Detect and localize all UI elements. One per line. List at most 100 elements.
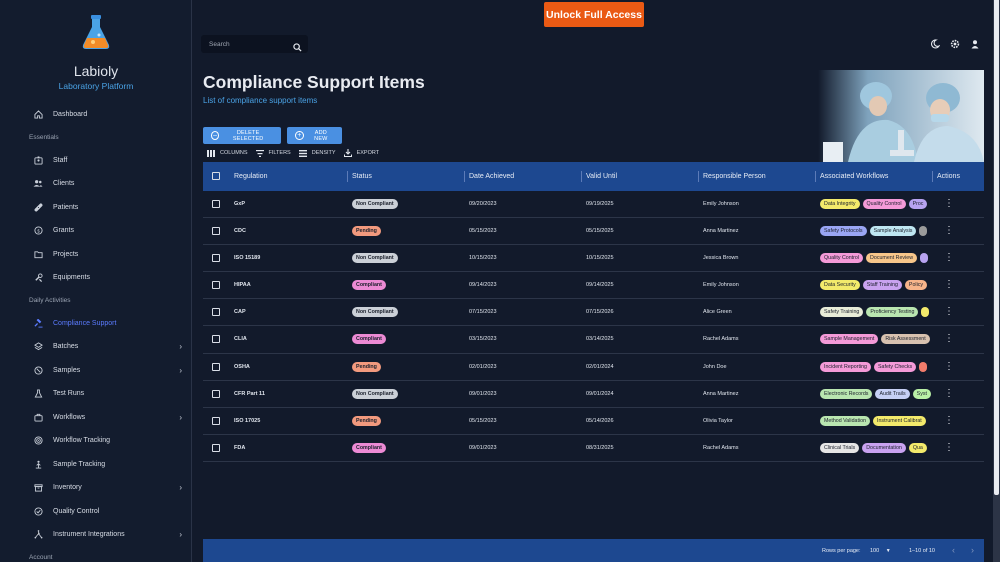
row-checkbox[interactable] bbox=[212, 254, 220, 263]
row-checkbox[interactable] bbox=[212, 362, 220, 371]
more-actions-icon[interactable]: ⋮ bbox=[944, 307, 954, 317]
sidebar-item-dashboard[interactable]: Dashboard bbox=[0, 103, 191, 127]
header-valid-until[interactable]: Valid Until bbox=[586, 173, 617, 180]
search-input[interactable] bbox=[209, 40, 289, 48]
sidebar-item-label: Workflow Tracking bbox=[53, 437, 111, 445]
header-regulation[interactable]: Regulation bbox=[234, 173, 267, 180]
row-checkbox[interactable] bbox=[212, 308, 220, 317]
row-checkbox[interactable] bbox=[212, 443, 220, 452]
sidebar-item-clients[interactable]: Clients bbox=[0, 172, 191, 196]
sidebar-item-samples[interactable]: Samples › bbox=[0, 359, 191, 383]
columns-label: COLUMNS bbox=[220, 150, 248, 156]
date-achieved-cell: 09/01/2023 bbox=[469, 444, 497, 451]
column-separator[interactable] bbox=[581, 171, 582, 182]
table-row[interactable]: HIPAA Compliant 09/14/2023 09/14/2025 Emily … bbox=[203, 272, 984, 300]
header-associated-workflows[interactable]: Associated Workflows bbox=[820, 173, 888, 180]
row-checkbox[interactable] bbox=[212, 389, 220, 398]
select-all-checkbox[interactable] bbox=[212, 172, 220, 180]
table-row[interactable]: ISO 15189 Non Compliant 10/15/2023 10/15/20… bbox=[203, 245, 984, 273]
associated-workflows-cell: Quality Control Document Review bbox=[820, 253, 934, 264]
more-actions-icon[interactable]: ⋮ bbox=[944, 388, 954, 399]
row-checkbox[interactable] bbox=[212, 281, 220, 290]
associated-workflows-cell: Clinical Trials Documentation Qua bbox=[820, 442, 934, 453]
table-row[interactable]: CLIA Compliant 03/15/2023 03/14/2025 Rachel … bbox=[203, 326, 984, 354]
add-new-button[interactable]: + ADD NEW bbox=[287, 127, 342, 144]
sidebar-item-projects[interactable]: Projects bbox=[0, 243, 191, 267]
sidebar-item-grants[interactable]: $ Grants bbox=[0, 219, 191, 243]
more-actions-icon[interactable]: ⋮ bbox=[944, 280, 954, 290]
workflow-tag: Audit Trails bbox=[875, 388, 910, 399]
table-row[interactable]: OSHA Pending 02/01/2023 02/01/2024 John Doe I… bbox=[203, 354, 984, 381]
dropdown-caret-icon: ▼ bbox=[885, 548, 891, 554]
add-circle-icon: + bbox=[295, 131, 304, 140]
more-actions-icon[interactable]: ⋮ bbox=[944, 415, 954, 426]
chevron-right-icon[interactable]: › bbox=[179, 413, 182, 422]
sidebar-item-equipments[interactable]: Equipments bbox=[0, 266, 191, 290]
header-date-achieved[interactable]: Date Achieved bbox=[469, 173, 514, 180]
next-page-icon[interactable]: › bbox=[971, 545, 974, 555]
search-icon[interactable] bbox=[293, 39, 302, 57]
row-checkbox[interactable] bbox=[212, 227, 220, 236]
table-row[interactable]: CFR Part 11 Non Compliant 09/01/2023 09/01/… bbox=[203, 381, 984, 408]
page-scrollbar[interactable] bbox=[993, 0, 1000, 562]
unlock-full-access-button[interactable]: Unlock Full Access bbox=[544, 2, 644, 27]
column-separator[interactable] bbox=[347, 171, 348, 182]
responsible-person-cell: Anna Martinez bbox=[703, 228, 739, 235]
table-row[interactable]: FDA Compliant 09/01/2023 08/31/2025 Rachel A… bbox=[203, 435, 984, 462]
more-actions-icon[interactable]: ⋮ bbox=[944, 442, 954, 453]
table-row[interactable]: GxP Non Compliant 09/20/2023 09/19/2025 Emil… bbox=[203, 191, 984, 219]
chevron-right-icon[interactable]: › bbox=[179, 530, 182, 539]
table-row[interactable]: CDC Pending 05/15/2023 05/15/2025 Anna Marti… bbox=[203, 218, 984, 246]
sidebar-item-staff[interactable]: Staff bbox=[0, 149, 191, 173]
column-separator[interactable] bbox=[932, 171, 933, 182]
columns-button[interactable]: COLUMNS bbox=[207, 149, 248, 157]
sidebar-item-instrument-integrations[interactable]: Instrument Integrations › bbox=[0, 523, 191, 547]
sidebar-item-sample-tracking[interactable]: Sample Tracking bbox=[0, 453, 191, 477]
sidebar-item-inventory[interactable]: Inventory › bbox=[0, 476, 191, 500]
sidebar-item-workflow-tracking[interactable]: Workflow Tracking bbox=[0, 429, 191, 453]
settings-gear-icon[interactable] bbox=[949, 38, 960, 49]
scrollbar-thumb[interactable] bbox=[994, 0, 999, 495]
column-separator[interactable] bbox=[464, 171, 465, 182]
column-separator[interactable] bbox=[698, 171, 699, 182]
more-actions-icon[interactable]: ⋮ bbox=[944, 199, 954, 209]
table-row[interactable]: ISO 17025 Pending 05/15/2023 05/14/2026 Oliv… bbox=[203, 408, 984, 435]
row-checkbox[interactable] bbox=[212, 335, 220, 344]
table-row[interactable]: CAP Non Compliant 07/15/2023 07/15/2026 Alic… bbox=[203, 299, 984, 327]
more-actions-icon[interactable]: ⋮ bbox=[944, 253, 954, 263]
sidebar-item-compliance-support[interactable]: Compliance Support bbox=[0, 312, 191, 336]
tools-icon bbox=[33, 273, 43, 283]
row-checkbox[interactable] bbox=[212, 416, 220, 425]
previous-page-icon[interactable]: ‹ bbox=[952, 545, 955, 555]
sidebar-item-quality-control[interactable]: Quality Control bbox=[0, 500, 191, 524]
header-status[interactable]: Status bbox=[352, 173, 372, 180]
chevron-right-icon[interactable]: › bbox=[179, 342, 182, 351]
workflow-tag: Syst bbox=[912, 388, 931, 399]
delete-selected-button[interactable]: – DELETE SELECTED bbox=[203, 127, 281, 144]
more-actions-icon[interactable]: ⋮ bbox=[944, 361, 954, 372]
sidebar-item-label: Patients bbox=[53, 203, 79, 211]
export-button[interactable]: EXPORT bbox=[343, 149, 379, 157]
sidebar-item-batches[interactable]: Batches › bbox=[0, 335, 191, 359]
chevron-right-icon[interactable]: › bbox=[179, 366, 182, 375]
sidebar-item-test-runs[interactable]: Test Runs bbox=[0, 382, 191, 406]
valid-until-cell: 09/14/2025 bbox=[586, 282, 614, 289]
row-checkbox[interactable] bbox=[212, 200, 220, 208]
rows-per-page-select[interactable]: 100 ▼ bbox=[870, 548, 891, 554]
sidebar-item-patients[interactable]: Patients bbox=[0, 196, 191, 220]
filters-button[interactable]: FILTERS bbox=[255, 149, 291, 157]
more-actions-icon[interactable]: ⋮ bbox=[944, 334, 954, 344]
workflow-tag: Sample Management bbox=[820, 334, 879, 345]
density-button[interactable]: DENSITY bbox=[298, 149, 336, 157]
valid-until-cell: 05/14/2026 bbox=[586, 417, 614, 424]
user-account-icon[interactable] bbox=[969, 38, 980, 49]
more-actions-icon[interactable]: ⋮ bbox=[944, 226, 954, 236]
sidebar-item-label: Quality Control bbox=[53, 507, 100, 515]
dark-mode-icon[interactable] bbox=[929, 38, 940, 49]
density-label: DENSITY bbox=[311, 150, 336, 156]
chevron-right-icon[interactable]: › bbox=[179, 483, 182, 492]
header-responsible-person[interactable]: Responsible Person bbox=[703, 173, 766, 180]
responsible-person-cell: Emily Johnson bbox=[703, 201, 739, 207]
column-separator[interactable] bbox=[815, 171, 816, 182]
sidebar-item-workflows[interactable]: Workflows › bbox=[0, 406, 191, 430]
